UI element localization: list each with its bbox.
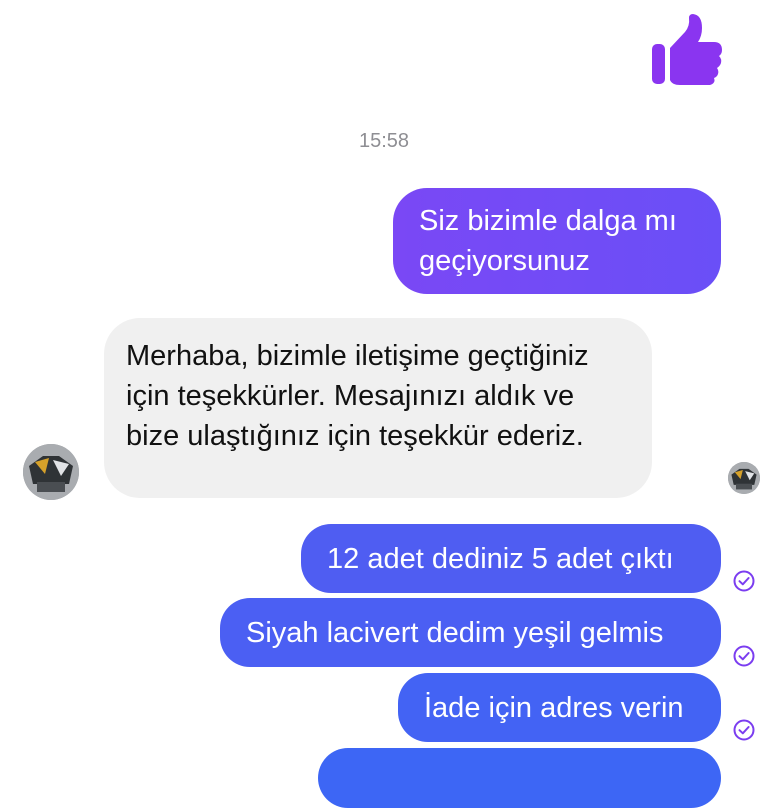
sent-check-icon	[733, 645, 755, 667]
contact-avatar[interactable]	[23, 444, 79, 500]
message-text: Siyah lacivert dedim yeşil gelmis	[246, 616, 664, 649]
chat-timestamp: 15:58	[358, 130, 410, 152]
outgoing-message-bubble[interactable]: İade için adres verin	[398, 673, 721, 742]
message-text: Merhaba, bizimle iletişime geçtiğiniz iç…	[126, 340, 589, 452]
avatar-image	[23, 444, 79, 500]
seen-avatar	[728, 462, 760, 494]
outgoing-message-bubble[interactable]: Siyah lacivert dedim yeşil gelmis	[220, 598, 721, 667]
sent-check-icon	[733, 570, 755, 592]
avatar-image	[728, 462, 760, 494]
outgoing-message-bubble[interactable]: Siz bizimle dalga mı geçiyorsunuz	[393, 188, 721, 294]
sent-check-icon	[733, 719, 755, 741]
message-text: 12 adet dediniz 5 adet çıktı	[327, 542, 674, 575]
outgoing-message-bubble[interactable]	[318, 748, 721, 808]
outgoing-message-bubble[interactable]: 12 adet dediniz 5 adet çıktı	[301, 524, 721, 593]
incoming-message-bubble[interactable]: Merhaba, bizimle iletişime geçtiğiniz iç…	[104, 318, 652, 498]
message-text: İade için adres verin	[424, 691, 684, 724]
message-text: Siz bizimle dalga mı geçiyorsunuz	[419, 205, 677, 277]
thumbs-up-icon[interactable]	[652, 14, 722, 86]
